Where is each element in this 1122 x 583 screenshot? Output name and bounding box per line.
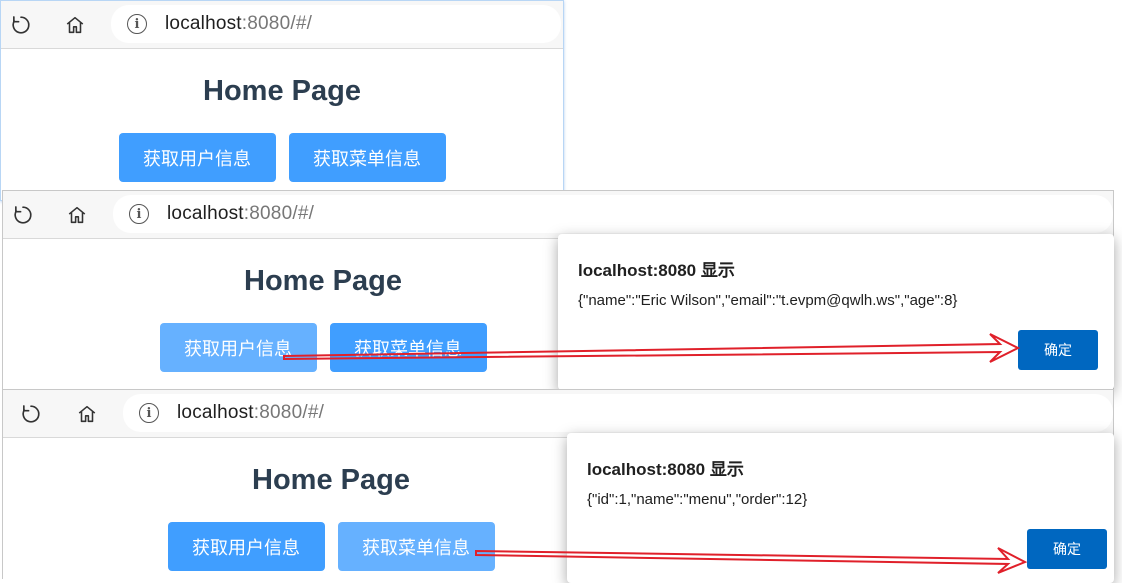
get-menu-info-button[interactable]: 获取菜单信息: [329, 323, 487, 372]
url-text: localhost:8080/#/: [167, 203, 315, 224]
get-menu-info-button[interactable]: 获取菜单信息: [337, 522, 495, 571]
get-user-info-button[interactable]: 获取用户信息: [118, 133, 276, 182]
url-text: localhost:8080/#/: [165, 13, 313, 34]
browser-toolbar: i localhost:8080/#/: [3, 390, 1113, 438]
address-bar[interactable]: i localhost:8080/#/: [113, 195, 1113, 233]
browser-toolbar: i localhost:8080/#/: [3, 191, 1113, 239]
get-user-info-button[interactable]: 获取用户信息: [159, 323, 317, 372]
alert-dialog-2: localhost:8080 显示 {"id":1,"name":"menu",…: [567, 433, 1114, 583]
dialog-title: localhost:8080 显示: [587, 460, 744, 479]
get-user-info-button[interactable]: 获取用户信息: [167, 522, 325, 571]
dialog-ok-button[interactable]: 确定: [1027, 529, 1107, 569]
url-text: localhost:8080/#/: [177, 402, 325, 423]
reload-icon[interactable]: [9, 201, 37, 229]
home-icon[interactable]: [63, 201, 91, 229]
site-info-icon[interactable]: i: [139, 403, 159, 423]
browser-toolbar: i localhost:8080/#/: [1, 1, 563, 49]
page-title: Home Page: [203, 75, 361, 107]
address-bar[interactable]: i localhost:8080/#/: [111, 5, 561, 43]
page-content: Home Page 获取用户信息 获取菜单信息: [3, 438, 659, 571]
page-content: Home Page 获取用户信息 获取菜单信息: [1, 49, 563, 182]
browser-window-1: i localhost:8080/#/ Home Page 获取用户信息 获取菜…: [0, 0, 564, 201]
dialog-message: {"name":"Eric Wilson","email":"t.evpm@qw…: [578, 292, 958, 309]
home-icon[interactable]: [73, 400, 101, 428]
dialog-message: {"id":1,"name":"menu","order":12}: [587, 491, 808, 508]
site-info-icon[interactable]: i: [127, 14, 147, 34]
address-bar[interactable]: i localhost:8080/#/: [123, 394, 1113, 432]
get-menu-info-button[interactable]: 获取菜单信息: [288, 133, 446, 182]
dialog-title: localhost:8080 显示: [578, 261, 735, 280]
dialog-ok-button[interactable]: 确定: [1018, 330, 1098, 370]
home-icon[interactable]: [61, 11, 89, 39]
page-title: Home Page: [252, 464, 410, 496]
site-info-icon[interactable]: i: [129, 204, 149, 224]
page-title: Home Page: [244, 265, 402, 297]
page-content: Home Page 获取用户信息 获取菜单信息: [3, 239, 643, 372]
reload-icon[interactable]: [17, 400, 45, 428]
alert-dialog-1: localhost:8080 显示 {"name":"Eric Wilson",…: [558, 234, 1114, 390]
reload-icon[interactable]: [7, 11, 35, 39]
